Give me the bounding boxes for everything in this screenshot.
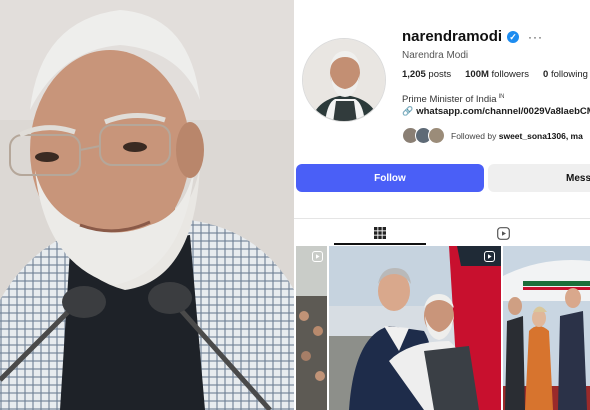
profile-picture — [303, 39, 385, 121]
tab-reels[interactable] — [491, 223, 515, 243]
reel-indicator-icon — [484, 251, 495, 262]
bio-text: Prime Minister of India — [402, 94, 497, 106]
left-photo — [0, 0, 294, 410]
avatar[interactable] — [302, 38, 386, 122]
tab-posts[interactable] — [334, 223, 426, 245]
bio: Prime Minister of India IN — [402, 94, 505, 105]
username-row: narendramodi ✓ ··· — [402, 28, 543, 45]
speaker-photo — [0, 0, 294, 410]
verified-icon: ✓ — [507, 30, 520, 43]
more-icon[interactable]: ··· — [528, 30, 543, 44]
posts-count: 1,205 — [402, 69, 426, 80]
reel-indicator-icon — [312, 251, 323, 262]
following-stat[interactable]: 0 following — [543, 69, 588, 80]
instagram-profile: narendramodi ✓ ··· Narendra Modi 1,205 p… — [294, 0, 590, 410]
reels-icon — [496, 226, 510, 240]
posts-label: posts — [428, 69, 452, 80]
link-icon: 🔗 — [402, 106, 414, 116]
profile-tabs — [294, 218, 590, 245]
post-thumbnail[interactable] — [296, 246, 327, 410]
profile-stats: 1,205 posts 100M followers 0 following — [402, 69, 588, 80]
followed-by-names: sweet_sona1306, ma — [498, 130, 583, 141]
posts-grid — [296, 246, 590, 410]
followed-by-text: Followed by sweet_sona1306, ma — [451, 131, 583, 141]
follow-button[interactable]: Follow — [296, 164, 484, 192]
followers-stat[interactable]: 100M followers — [465, 69, 529, 80]
grid-icon — [374, 227, 386, 239]
followed-by-prefix: Followed by — [451, 130, 497, 141]
following-count: 0 — [543, 69, 549, 80]
following-label: following — [550, 69, 588, 80]
full-name: Narendra Modi — [402, 50, 469, 61]
bio-flag: IN — [498, 94, 505, 100]
post-thumbnail[interactable] — [503, 246, 590, 410]
followers-count: 100M — [465, 69, 489, 80]
username: narendramodi — [402, 28, 503, 45]
post-image — [296, 246, 327, 410]
follower-avatar — [428, 127, 445, 144]
bio-link-text[interactable]: whatsapp.com/channel/0029Va8IaebCMY0C — [416, 106, 590, 117]
followed-by[interactable]: Followed by sweet_sona1306, ma — [402, 127, 583, 144]
message-button[interactable]: Messa — [488, 164, 590, 192]
bio-link[interactable]: 🔗 whatsapp.com/channel/0029Va8IaebCMY0C — [402, 106, 590, 117]
post-image — [503, 246, 590, 410]
posts-stat: 1,205 posts — [402, 69, 451, 80]
post-thumbnail[interactable] — [329, 246, 501, 410]
post-image — [329, 246, 501, 410]
followers-label: followers — [491, 69, 530, 80]
